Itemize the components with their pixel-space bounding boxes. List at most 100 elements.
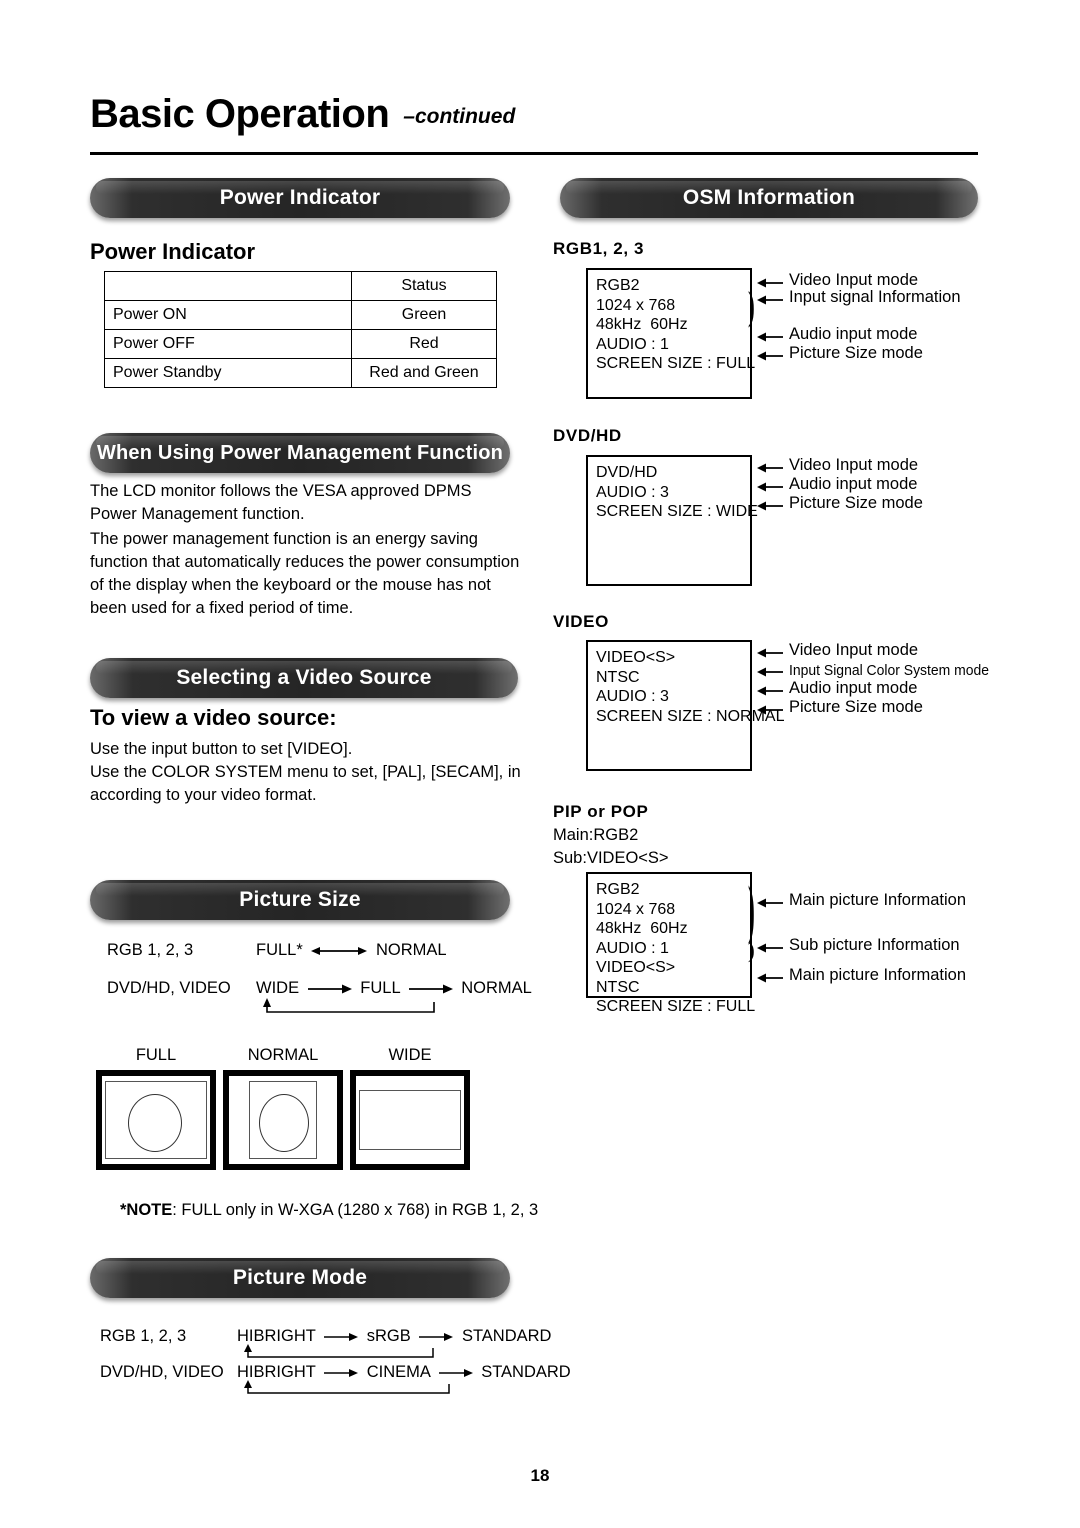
illustration-normal <box>223 1070 343 1170</box>
picture-size-note: *NOTE: FULL only in W-XGA (1280 x 768) i… <box>120 1201 538 1220</box>
left-arrow-icon <box>757 898 783 908</box>
chain-step: NORMAL <box>461 979 532 997</box>
chain-step: WIDE <box>256 979 300 997</box>
left-arrow-icon <box>757 686 783 696</box>
video-source-paragraph-1: Use the input button to set [VIDEO]. <box>90 740 353 758</box>
section-header-label: Selecting a Video Source <box>176 666 432 689</box>
illustration-oval <box>259 1094 309 1152</box>
power-management-paragraph-2: The power management function is an ener… <box>90 530 520 617</box>
osm-line: SCREEN SIZE : FULL <box>596 355 756 372</box>
table-cell-state: Power OFF <box>104 329 352 359</box>
section-header-osm-information: OSM Information <box>560 178 978 218</box>
left-arrow-icon <box>757 278 783 288</box>
loopback-arrow-icon <box>244 1380 450 1394</box>
osm-line: VIDEO<S> <box>596 959 676 976</box>
osm-annotation: Input signal Information <box>789 288 961 306</box>
group-brace: ) <box>748 874 755 948</box>
chain-step: sRGB <box>366 1327 411 1345</box>
power-indicator-table: Status Power ON Green Power OFF Red Powe… <box>104 271 497 388</box>
osm-group-label-pip: PIP or POP <box>553 802 649 821</box>
left-arrow-icon <box>757 463 783 473</box>
osm-annotation: Picture Size mode <box>789 344 923 362</box>
right-arrow-icon <box>307 984 352 994</box>
chain-step: CINEMA <box>366 1363 430 1381</box>
section-header-label: OSM Information <box>682 186 856 209</box>
osm-line: NTSC <box>596 668 640 686</box>
osm-line: RGB2 <box>596 881 640 898</box>
picture-mode-source-dvd: DVD/HD, VIDEO <box>100 1363 224 1381</box>
osm-annotation: Picture Size mode <box>789 698 923 716</box>
section-header-label: Picture Mode <box>232 1266 368 1289</box>
table-header-status: Status <box>351 271 497 301</box>
osm-line: NTSC <box>596 978 640 996</box>
osm-box-lines: DVD/HD AUDIO : 3 SCREEN SIZE : WIDE <box>588 457 758 522</box>
illustration-caption-normal: NORMAL <box>247 1046 319 1064</box>
table-cell-state: Power Standby <box>104 358 352 388</box>
picture-size-chain-rgb: FULL* NORMAL <box>256 941 447 960</box>
section-header-label: Power Indicator <box>219 186 381 209</box>
osm-line: AUDIO : 3 <box>596 688 669 705</box>
left-arrow-icon <box>757 943 783 953</box>
table-cell-state: Power ON <box>104 300 352 330</box>
left-arrow-icon <box>757 648 783 658</box>
picture-size-source-dvd: DVD/HD, VIDEO <box>107 979 231 997</box>
right-arrow-icon <box>438 1368 473 1377</box>
note-prefix: *NOTE <box>120 1201 173 1219</box>
osm-annotation: Audio input mode <box>789 325 918 343</box>
table-cell-blank <box>104 271 352 301</box>
osm-group-label-dvdhd: DVD/HD <box>553 426 622 445</box>
right-arrow-icon <box>324 1332 359 1341</box>
table-row: Power OFF Red <box>104 329 497 359</box>
group-brace: ) <box>748 938 755 964</box>
right-arrow-icon <box>408 984 453 994</box>
right-arrow-icon <box>324 1368 359 1377</box>
note-text: : FULL only in W-XGA (1280 x 768) in RGB… <box>172 1201 539 1219</box>
pip-main-line: Main:RGB2 <box>553 826 639 844</box>
osm-box-lines: VIDEO<S> NTSC AUDIO : 3 SCREEN SIZE : NORMA… <box>588 642 784 726</box>
osm-annotation: Main picture Information <box>789 891 966 909</box>
left-arrow-icon <box>757 501 783 511</box>
chain-step: NORMAL <box>375 941 447 959</box>
osm-line: 48kHz 60Hz <box>596 316 688 333</box>
table-cell-status: Red and Green <box>351 358 497 388</box>
osm-annotation: Audio input mode <box>789 679 918 697</box>
osm-box-dvdhd: DVD/HD AUDIO : 3 SCREEN SIZE : WIDE <box>586 455 758 586</box>
group-brace: ) <box>748 285 755 329</box>
pip-sub-line: Sub:VIDEO<S> <box>553 849 669 867</box>
picture-size-source-rgb: RGB 1, 2, 3 <box>107 941 194 959</box>
osm-annotation: Sub picture Information <box>789 936 960 954</box>
table-cell-status: Green <box>351 300 497 330</box>
illustration-inner-frame <box>359 1090 461 1150</box>
osm-annotation: Input Signal Color System mode <box>789 662 990 679</box>
page-title: Basic Operation –continued <box>90 92 990 152</box>
osm-annotation: Video Input mode <box>789 456 919 474</box>
left-arrow-icon <box>757 973 783 983</box>
section-header-picture-mode: Picture Mode <box>90 1258 510 1298</box>
left-arrow-icon <box>757 705 783 715</box>
osm-group-label-video: VIDEO <box>553 612 609 631</box>
power-indicator-subheading: Power Indicator <box>90 239 256 264</box>
table-row: Power ON Green <box>104 300 497 330</box>
osm-annotation: Picture Size mode <box>789 494 923 512</box>
chain-step: STANDARD <box>461 1327 552 1345</box>
osm-line: DVD/HD <box>596 464 658 481</box>
illustration-caption-full: FULL <box>135 1046 177 1064</box>
section-header-label: When Using Power Management Function <box>96 441 504 464</box>
left-arrow-icon <box>757 332 783 342</box>
osm-line: RGB2 <box>596 277 640 294</box>
osm-line: VIDEO<S> <box>596 649 676 666</box>
osm-box-video: VIDEO<S> NTSC AUDIO : 3 SCREEN SIZE : NORMA… <box>586 640 784 771</box>
osm-line: AUDIO : 1 <box>596 939 669 957</box>
title-divider <box>90 152 978 155</box>
osm-annotation: Video Input mode <box>789 641 919 659</box>
illustration-oval <box>128 1094 182 1152</box>
osm-box-lines: RGB2 1024 x 768 48kHz 60Hz AUDIO : 1 VIDEO<S… <box>588 874 755 1017</box>
osm-annotation: Audio input mode <box>789 475 918 493</box>
page-title-main: Basic Operation <box>90 92 390 136</box>
picture-size-chain-dvd: WIDE FULL NORMAL <box>256 979 532 998</box>
loopback-arrow-icon <box>244 1344 434 1358</box>
chain-step: FULL* <box>256 941 303 959</box>
illustration-full <box>96 1070 216 1170</box>
osm-line: SCREEN SIZE : FULL <box>596 998 756 1015</box>
loopback-arrow-icon <box>263 998 435 1013</box>
